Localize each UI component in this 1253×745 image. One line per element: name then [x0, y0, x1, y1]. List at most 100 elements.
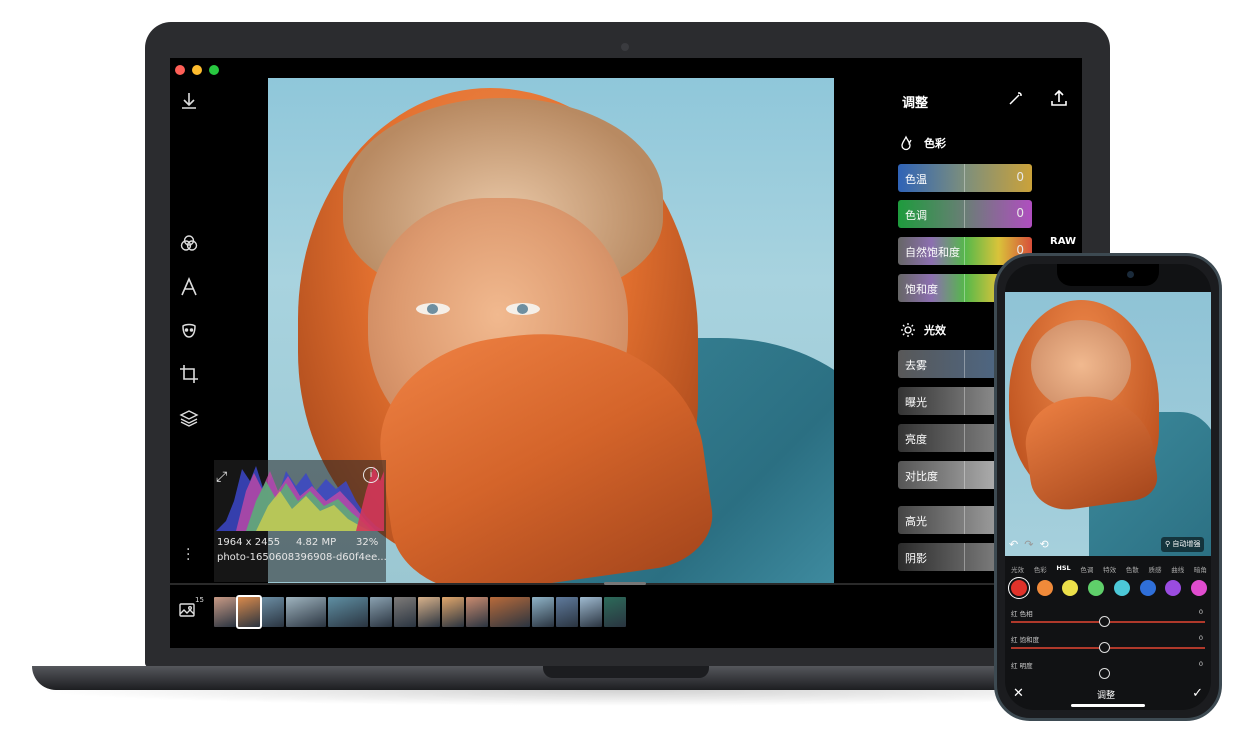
close-icon[interactable]: ✕ — [1013, 686, 1024, 701]
home-indicator — [1071, 704, 1145, 707]
auto-enhance-button[interactable]: ⚲ 自动增强 — [1161, 537, 1205, 552]
laptop-notch — [543, 666, 709, 678]
filmstrip-thumbnail[interactable] — [370, 597, 392, 627]
phone-tab[interactable]: HSL — [1056, 564, 1070, 574]
hsl-color-swatch[interactable] — [1088, 580, 1105, 596]
phone-tab[interactable]: 色彩 — [1034, 564, 1047, 574]
filmstrip-thumbnail[interactable] — [418, 597, 440, 627]
luminance-knob[interactable] — [1099, 668, 1110, 679]
more-options-icon[interactable]: · · · — [186, 543, 190, 567]
panel-title: 调整 — [902, 96, 929, 111]
slider-label: 亮度 — [905, 433, 927, 446]
filmstrip-thumbnail[interactable] — [532, 597, 554, 627]
slider-label: 高光 — [905, 515, 927, 528]
filmstrip-thumbnail[interactable] — [262, 597, 284, 627]
hsl-color-swatch[interactable] — [1139, 580, 1156, 596]
histogram-graph — [216, 466, 384, 531]
hue-knob[interactable] — [1099, 616, 1110, 627]
image-megapixels: 4.82 MP — [296, 537, 337, 548]
confirm-icon[interactable]: ✓ — [1192, 686, 1203, 701]
phone-tab[interactable]: 质感 — [1148, 564, 1161, 574]
filmstrip-thumbnail[interactable] — [236, 595, 262, 629]
sun-icon — [901, 323, 915, 337]
minimize-window-button[interactable] — [192, 65, 202, 75]
slider-label: 曝光 — [905, 396, 927, 409]
auto-enhance-label: 自动增强 — [1172, 540, 1201, 548]
saturation-knob[interactable] — [1099, 642, 1110, 653]
phone-photo[interactable] — [1005, 292, 1211, 556]
filmstrip-thumbnail[interactable] — [604, 597, 626, 627]
hue-value: 0 — [1198, 608, 1203, 616]
saturation-value: 0 — [1198, 634, 1203, 642]
crop-icon[interactable] — [178, 363, 200, 385]
face-icon[interactable] — [178, 319, 200, 341]
phone-tab[interactable]: 色调 — [1080, 564, 1093, 574]
phone-tab[interactable]: 色散 — [1126, 564, 1139, 574]
slider-tint[interactable]: 色调 0 — [898, 200, 1032, 228]
slider-label: 色温 — [905, 173, 927, 186]
slider-label: 去雾 — [905, 359, 927, 372]
gallery-count: 15 — [195, 596, 204, 604]
download-icon[interactable] — [178, 90, 200, 112]
hsl-color-swatch[interactable] — [1190, 580, 1207, 596]
slider-label: 饱和度 — [905, 283, 938, 296]
magic-wand-icon[interactable] — [1008, 90, 1024, 110]
section-color-title: 色彩 — [924, 137, 946, 150]
image-dimensions: 1964 x 2455 — [217, 537, 281, 548]
raw-badge: RAW — [1050, 236, 1077, 247]
luminance-label: 红 明度 — [1011, 662, 1033, 670]
hsl-color-swatch[interactable] — [1165, 580, 1182, 596]
slider-label: 色调 — [905, 209, 927, 222]
phone-history-toolbar: ↶ ↷ ⟲ — [1009, 538, 1049, 551]
zoom-level: 32% — [356, 537, 379, 548]
redo-icon[interactable]: ↷ — [1024, 538, 1033, 551]
filters-icon[interactable] — [178, 232, 200, 254]
reset-icon[interactable]: ⟲ — [1039, 538, 1048, 551]
phone-tab[interactable]: 曲线 — [1171, 564, 1184, 574]
gallery-icon[interactable] — [178, 601, 196, 623]
filmstrip-thumbnail[interactable] — [286, 597, 326, 627]
phone-device: ↶ ↷ ⟲ ⚲ 自动增强 光效 色彩 HSL 色调 特效 色散 质感 曲线 暗角 红 色相 0 … — [994, 253, 1222, 721]
luminance-value: 0 — [1198, 660, 1203, 668]
laptop-camera — [621, 43, 629, 51]
expand-icon[interactable]: ⤢ — [216, 469, 227, 485]
hue-label: 红 色相 — [1011, 610, 1033, 618]
filmstrip-resize-handle[interactable] — [604, 582, 646, 585]
filmstrip-thumbnail[interactable] — [490, 597, 530, 627]
phone-adjust-tabs: 光效 色彩 HSL 色调 特效 色散 质感 曲线 暗角 — [1011, 564, 1207, 574]
hsl-color-picker — [1011, 580, 1207, 596]
hsl-color-swatch[interactable] — [1036, 580, 1053, 596]
filmstrip-thumbnail[interactable] — [394, 597, 416, 627]
filmstrip-thumbnail[interactable] — [580, 597, 602, 627]
layers-icon[interactable] — [178, 407, 200, 429]
photo-eye-right — [506, 303, 540, 315]
filmstrip-thumbnail[interactable] — [214, 597, 236, 627]
phone-tab[interactable]: 特效 — [1103, 564, 1116, 574]
color-drop-icon — [901, 135, 912, 151]
share-icon[interactable] — [1050, 89, 1068, 111]
undo-icon[interactable]: ↶ — [1009, 538, 1018, 551]
filmstrip — [214, 595, 626, 629]
saturation-label: 红 饱和度 — [1011, 636, 1040, 644]
image-filename: photo-1650608396908-d60f4ee... — [217, 552, 387, 563]
slider-color-temperature[interactable]: 色温 0 — [898, 164, 1032, 192]
hsl-color-swatch[interactable] — [1062, 580, 1079, 596]
close-window-button[interactable] — [175, 65, 185, 75]
filmstrip-thumbnail[interactable] — [328, 597, 368, 627]
filmstrip-thumbnail[interactable] — [442, 597, 464, 627]
app-window: ⤢ i 1964 x 2455 4.82 MP 32% photo-165060… — [170, 58, 1082, 648]
hsl-color-swatch[interactable] — [1011, 580, 1027, 596]
slider-value: 0 — [1016, 206, 1024, 220]
filmstrip-thumbnail[interactable] — [466, 597, 488, 627]
hsl-color-swatch[interactable] — [1113, 580, 1130, 596]
filmstrip-thumbnail[interactable] — [556, 597, 578, 627]
section-color: 色彩 — [900, 135, 946, 151]
phone-tab[interactable]: 光效 — [1011, 564, 1024, 574]
maximize-window-button[interactable] — [209, 65, 219, 75]
phone-tab[interactable]: 暗角 — [1194, 564, 1207, 574]
section-light: 光效 — [900, 322, 946, 338]
photo-eye-left — [416, 303, 450, 315]
text-icon[interactable] — [178, 276, 200, 298]
slider-label: 阴影 — [905, 552, 927, 565]
info-icon[interactable]: i — [363, 467, 379, 483]
